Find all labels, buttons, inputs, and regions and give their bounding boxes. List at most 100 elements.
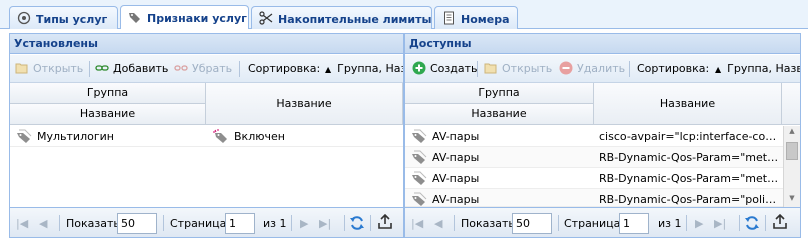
refresh-icon[interactable]	[744, 215, 760, 231]
available-pager: |◀ ◀ Показать Страница из 1 ▶ ▶|	[405, 207, 800, 237]
table-row[interactable]: AV-пары RB-Dynamic-Qos-Param="meter-c...	[405, 147, 783, 168]
pager-separator	[370, 215, 371, 231]
cell-name: Включен	[213, 126, 401, 146]
installed-panel: Установлены Открыть Добавить Убрать Сорт…	[9, 33, 404, 238]
gear-icon	[17, 11, 31, 25]
folder-open-icon	[484, 63, 497, 74]
refresh-icon[interactable]	[349, 215, 365, 231]
tag-sparkle-icon	[213, 129, 227, 143]
pager-separator	[291, 215, 292, 231]
scissors-icon	[259, 11, 273, 25]
column-header-name-sub[interactable]: Название	[10, 104, 206, 125]
link-icon	[95, 65, 109, 71]
create-button[interactable]: Создать	[412, 60, 478, 78]
scroll-thumb[interactable]	[786, 142, 798, 160]
pager-separator	[163, 215, 164, 231]
first-page-button[interactable]: |◀	[411, 215, 423, 233]
table-row[interactable]: Мультилогин Включен	[10, 126, 403, 147]
cell-group: AV-пары	[411, 189, 593, 206]
export-icon[interactable]	[772, 214, 788, 230]
pager-separator	[558, 215, 559, 231]
tag-icon	[412, 192, 427, 206]
installed-toolbar: Открыть Добавить Убрать Сортировка: ▲ Гру…	[10, 55, 403, 83]
cell-name: RB-Dynamic-Qos-Param="meter-c...	[599, 172, 779, 185]
last-page-button[interactable]: ▶|	[319, 215, 331, 233]
toolbar-separator	[477, 61, 478, 77]
tag-icon	[412, 171, 427, 185]
column-header-filler	[782, 83, 800, 125]
page-size-input[interactable]	[512, 213, 552, 234]
available-panel-title: Доступны	[405, 34, 800, 54]
scroll-up-arrow[interactable]: ▲	[786, 127, 798, 139]
cell-group: Мультилогин	[16, 126, 204, 146]
page-count: из 1	[263, 217, 287, 230]
first-page-button[interactable]: |◀	[16, 215, 28, 233]
last-page-button[interactable]: ▶|	[714, 215, 726, 233]
plus-circle-icon	[412, 61, 426, 75]
column-header-name-sub[interactable]: Название	[405, 104, 594, 125]
page-size-input[interactable]	[117, 213, 157, 234]
sort-ascending-icon: ▲	[325, 65, 332, 74]
pager-separator	[686, 215, 687, 231]
toolbar-separator	[629, 61, 630, 77]
cell-group: AV-пары	[411, 126, 593, 146]
folder-open-icon	[15, 63, 28, 74]
table-row[interactable]: AV-пары RB-Dynamic-Qos-Param="police-c..…	[405, 189, 783, 207]
page-number-input[interactable]	[225, 213, 255, 234]
sort-label: Сортировка:	[248, 62, 321, 75]
vertical-scrollbar[interactable]: ▲ ▼	[783, 126, 800, 207]
toolbar-separator	[89, 61, 90, 77]
scroll-down-arrow[interactable]: ▼	[786, 194, 798, 206]
tab-numbers[interactable]: Номера	[434, 6, 518, 29]
pager-separator	[344, 215, 345, 231]
page-count: из 1	[658, 217, 682, 230]
cell-name: RB-Dynamic-Qos-Param="police-c...	[599, 193, 779, 206]
page-size-label: Показать	[66, 217, 120, 230]
column-header-name[interactable]: Название	[594, 83, 782, 125]
table-row[interactable]: AV-пары RB-Dynamic-Qos-Param="meter-c...	[405, 168, 783, 189]
installed-pager: |◀ ◀ Показать Страница из 1 ▶ ▶|	[10, 207, 403, 237]
column-header-group[interactable]: Группа	[10, 83, 206, 104]
column-header-group[interactable]: Группа	[405, 83, 594, 104]
pager-separator	[59, 215, 60, 231]
add-button[interactable]: Добавить	[95, 60, 168, 78]
unlink-icon	[174, 65, 188, 71]
tab-accumulative-limits[interactable]: Накопительные лимиты	[251, 6, 432, 29]
delete-button[interactable]: Удалить	[559, 60, 625, 78]
pager-separator	[454, 215, 455, 231]
table-row[interactable]: AV-пары cisco-avpair="lcp:interface-conf…	[405, 126, 783, 147]
minus-circle-icon	[559, 61, 573, 75]
page-label: Страница	[170, 217, 227, 230]
sort-ascending-icon: ▲	[715, 65, 722, 74]
prev-page-button[interactable]: ◀	[39, 215, 47, 233]
prev-page-button[interactable]: ◀	[434, 215, 442, 233]
pager-separator	[765, 215, 766, 231]
pager-separator	[739, 215, 740, 231]
next-page-button[interactable]: ▶	[300, 215, 308, 233]
available-panel: Доступны Создать Открыть Удалить Сортиро…	[404, 33, 801, 238]
next-page-button[interactable]: ▶	[695, 215, 703, 233]
page-label: Страница	[564, 217, 621, 230]
cell-name: cisco-avpair="lcp:interface-config...	[599, 130, 779, 143]
open-button[interactable]: Открыть	[15, 60, 83, 78]
cell-name: RB-Dynamic-Qos-Param="meter-c...	[599, 151, 779, 164]
tag-icon	[412, 150, 427, 164]
sort-label: Сортировка:	[637, 62, 710, 75]
export-icon[interactable]	[377, 214, 393, 230]
cell-group: AV-пары	[411, 147, 593, 167]
page-size-label: Показать	[461, 217, 515, 230]
tag-icon	[17, 129, 32, 143]
installed-panel-title: Установлены	[10, 34, 403, 54]
document-icon	[444, 11, 454, 25]
cell-group: AV-пары	[411, 168, 593, 188]
tab-strip: Типы услуг Признаки услуг Накопительные …	[0, 0, 808, 29]
tab-service-types[interactable]: Типы услуг	[9, 6, 118, 29]
sort-selector[interactable]: ▲Группа, Название	[715, 60, 800, 78]
open-button[interactable]: Открыть	[484, 60, 552, 78]
page-number-input[interactable]	[619, 213, 649, 234]
sort-selector[interactable]: ▲Группа, Название	[325, 60, 403, 78]
column-header-name[interactable]: Название	[206, 83, 403, 125]
tags-icon	[129, 13, 140, 23]
tab-service-features[interactable]: Признаки услуг	[120, 5, 249, 29]
remove-button[interactable]: Убрать	[174, 60, 232, 78]
